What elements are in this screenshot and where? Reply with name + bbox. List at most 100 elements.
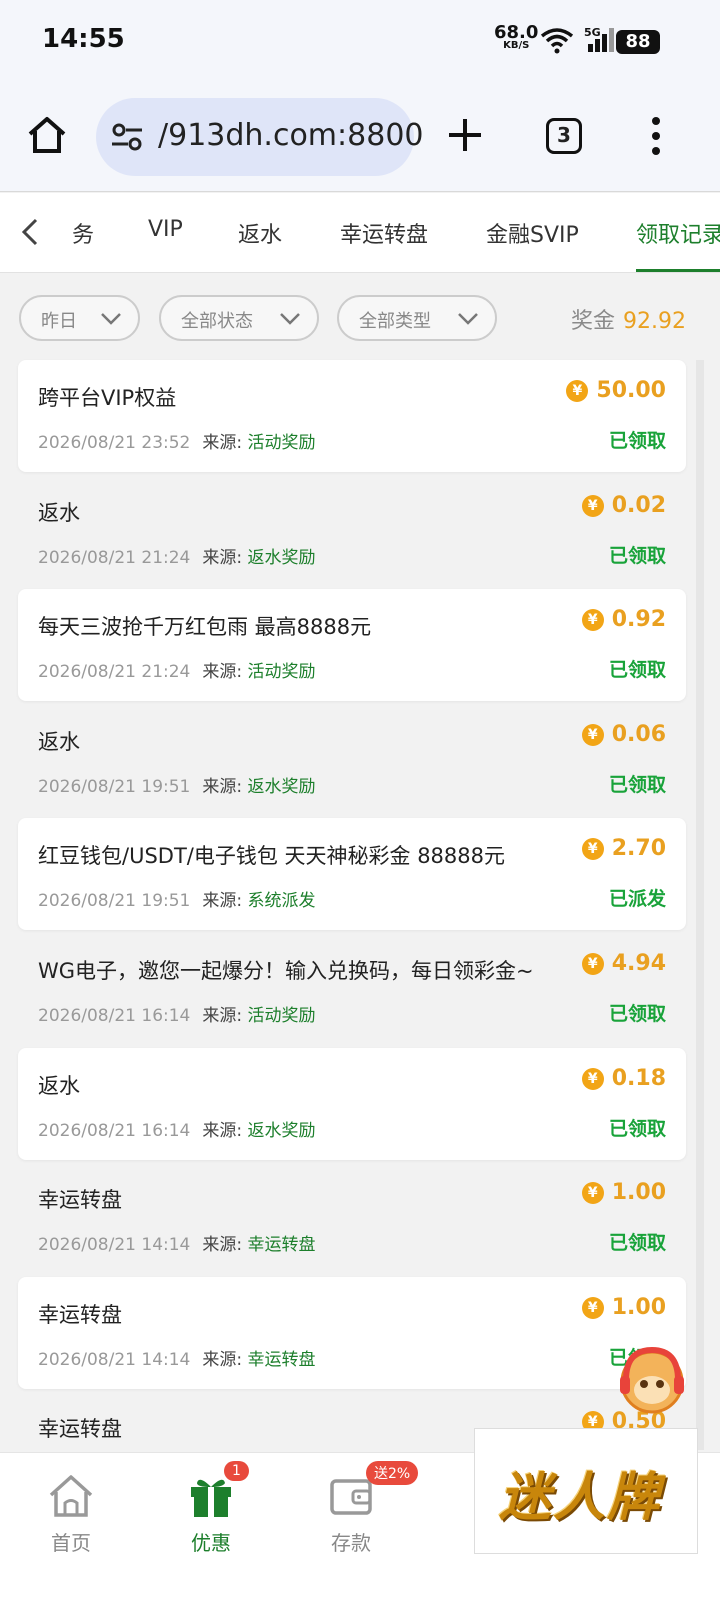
filter-row: 昨日 全部状态 全部类型 奖金 92.92 bbox=[0, 295, 720, 341]
tab-switcher-button[interactable]: 3 bbox=[546, 118, 582, 154]
tab-claim-records[interactable]: 领取记录 bbox=[636, 217, 720, 249]
network-speed: 68.0 KB/S bbox=[494, 24, 538, 52]
coin-icon: ¥ bbox=[581, 953, 604, 975]
record-amount-value: 0.06 bbox=[611, 721, 666, 747]
record-source: 幸运转盘 bbox=[247, 1235, 316, 1256]
record-time: 2026/08/21 14:14 bbox=[38, 1235, 191, 1256]
record-item[interactable]: 幸运转盘2026/08/21 14:14来源: 幸运转盘¥1.00已领取 bbox=[18, 1276, 686, 1389]
record-source: 返水奖励 bbox=[247, 547, 316, 568]
wifi-icon bbox=[540, 28, 574, 54]
record-source-label: 来源: bbox=[202, 1120, 243, 1141]
scrollbar[interactable] bbox=[696, 360, 704, 1450]
record-meta: 2026/08/21 19:51 来源: 返水奖励 bbox=[38, 772, 316, 797]
coin-icon: ¥ bbox=[581, 1296, 604, 1319]
record-source: 系统派发 bbox=[247, 891, 316, 912]
tab-lucky-wheel[interactable]: 幸运转盘 bbox=[340, 217, 428, 249]
nav-home[interactable]: 首页 bbox=[16, 1473, 126, 1556]
record-item[interactable]: 返水 2026/08/21 19:51 来源: 返水奖励 ¥0.06 已领取 bbox=[18, 704, 686, 816]
deposit-bonus-badge: 送2% bbox=[366, 1461, 419, 1485]
gift-icon bbox=[191, 1479, 231, 1517]
status-filter-dropdown[interactable]: 全部状态 bbox=[159, 295, 319, 341]
record-meta: 2026/08/21 16:14 来源: 返水奖励 bbox=[38, 1116, 316, 1141]
record-time: 2026/08/21 14:14 bbox=[38, 1349, 191, 1370]
more-menu-icon[interactable] bbox=[648, 116, 664, 156]
record-source-label: 来源: bbox=[202, 1006, 243, 1026]
address-bar[interactable]: /913dh.com:8800 bbox=[96, 98, 424, 176]
record-amount: ¥0.02 bbox=[581, 492, 666, 518]
record-meta: 2026/08/21 21:24 来源: 活动奖励 bbox=[38, 657, 316, 682]
record-amount-value: 4.94 bbox=[611, 951, 666, 976]
record-title: 返水 bbox=[38, 1073, 80, 1098]
record-amount-value: 0.18 bbox=[611, 1065, 666, 1091]
promo-logo-text: 迷人牌 bbox=[499, 1468, 662, 1528]
record-status: 已领取 bbox=[608, 430, 666, 452]
coin-icon: ¥ bbox=[581, 1067, 604, 1090]
record-item[interactable]: 返水 2026/08/21 16:14 来源: 返水奖励 ¥0.18 已领取 bbox=[18, 1047, 686, 1160]
record-title: 幸运转盘 bbox=[38, 1188, 122, 1213]
nav-home-label: 首页 bbox=[51, 1531, 91, 1555]
record-status: 已领取 bbox=[608, 1232, 666, 1255]
chevron-down-icon bbox=[458, 313, 478, 325]
record-item[interactable]: 红豆钱包/USDT/电子钱包 天天神秘彩金 88888元 2026/08/21 1… bbox=[18, 818, 686, 931]
date-filter-label: 昨日 bbox=[41, 311, 77, 332]
date-filter-dropdown[interactable]: 昨日 bbox=[19, 295, 140, 341]
record-amount: ¥2.70 bbox=[581, 836, 666, 862]
record-amount: ¥4.94 bbox=[581, 951, 666, 976]
record-amount: ¥0.06 bbox=[581, 721, 666, 747]
record-amount: ¥0.92 bbox=[581, 607, 666, 632]
coin-icon: ¥ bbox=[581, 723, 604, 746]
record-meta: 2026/08/21 21:24 来源: 返水奖励 bbox=[38, 543, 316, 568]
tab-vip[interactable]: VIP bbox=[148, 217, 183, 242]
url-text[interactable]: /913dh.com:8800 bbox=[158, 118, 424, 153]
record-status: 已领取 bbox=[608, 1117, 666, 1140]
record-time: 2026/08/21 23:52 bbox=[38, 433, 191, 453]
status-time: 14:55 bbox=[42, 24, 125, 54]
active-tab-indicator bbox=[636, 269, 720, 272]
tab-rebate[interactable]: 返水 bbox=[238, 217, 282, 249]
nav-promotions[interactable]: 优惠 1 bbox=[156, 1461, 266, 1556]
record-time: 2026/08/21 21:24 bbox=[38, 547, 191, 568]
record-status: 已领取 bbox=[608, 1003, 666, 1025]
network-type: 5G bbox=[584, 26, 601, 39]
record-item[interactable]: 幸运转盘2026/08/21 14:14来源: 幸运转盘¥1.00已领取 bbox=[18, 1162, 686, 1274]
chevron-down-icon bbox=[101, 313, 121, 325]
coin-icon: ¥ bbox=[581, 1182, 604, 1205]
tab-task[interactable]: 务 bbox=[72, 217, 94, 249]
record-meta: 2026/08/21 14:14 来源: 幸运转盘 bbox=[38, 1230, 316, 1255]
record-status: 已领取 bbox=[608, 773, 666, 796]
record-title: 跨平台VIP权益 bbox=[38, 386, 177, 410]
record-source-label: 来源: bbox=[202, 1235, 243, 1256]
customer-service-icon[interactable] bbox=[612, 1340, 692, 1420]
record-amount-value: 0.02 bbox=[611, 492, 666, 518]
record-amount: ¥0.18 bbox=[581, 1065, 666, 1091]
promo-logo-box: 迷人牌 bbox=[474, 1428, 698, 1554]
record-amount-value: 50.00 bbox=[596, 378, 666, 403]
record-meta: 2026/08/21 19:51 来源: 系统派发 bbox=[38, 886, 316, 911]
record-status: 已领取 bbox=[608, 659, 666, 682]
nav-deposit-label: 存款 bbox=[331, 1531, 371, 1555]
nav-deposit[interactable]: 存款 送2% bbox=[296, 1461, 419, 1556]
record-item[interactable]: WG电子，邀您一起爆分！输入兑换码，每日领彩金~ 2026/08/21 16:14… bbox=[18, 933, 686, 1045]
record-source: 活动奖励 bbox=[247, 433, 316, 453]
chevron-left-icon[interactable] bbox=[18, 217, 44, 247]
record-amount-value: 2.70 bbox=[611, 836, 666, 862]
record-title: 幸运转盘 bbox=[38, 1417, 122, 1442]
home-icon[interactable] bbox=[26, 114, 68, 156]
record-item[interactable]: 跨平台VIP权益 2026/08/21 23:52 来源: 活动奖励 ¥50.00 已领… bbox=[18, 360, 686, 472]
record-time: 2026/08/21 19:51 bbox=[38, 891, 191, 912]
tab-finance-svip[interactable]: 金融SVIP bbox=[486, 217, 579, 249]
record-source: 返水奖励 bbox=[247, 776, 316, 797]
record-amount: ¥1.00 bbox=[581, 1295, 666, 1320]
record-time: 2026/08/21 19:51 bbox=[38, 776, 191, 797]
record-item[interactable]: 每天三波抢千万红包雨 最高8888元 2026/08/21 21:24 来源: 活动… bbox=[18, 589, 686, 702]
nav-promotions-label: 优惠 bbox=[191, 1531, 231, 1555]
record-title: 返水 bbox=[38, 729, 80, 754]
type-filter-dropdown[interactable]: 全部类型 bbox=[337, 295, 497, 341]
new-tab-icon[interactable] bbox=[446, 116, 484, 154]
home-icon bbox=[49, 1475, 93, 1517]
record-item[interactable]: 返水 2026/08/21 21:24 来源: 返水奖励 ¥0.02 已领取 bbox=[18, 475, 686, 587]
site-settings-icon[interactable] bbox=[110, 122, 144, 152]
record-source-label: 来源: bbox=[202, 433, 243, 453]
category-tabs: 务 VIP 返水 幸运转盘 金融SVIP 领取记录 bbox=[0, 193, 720, 273]
coin-icon: ¥ bbox=[581, 609, 604, 632]
